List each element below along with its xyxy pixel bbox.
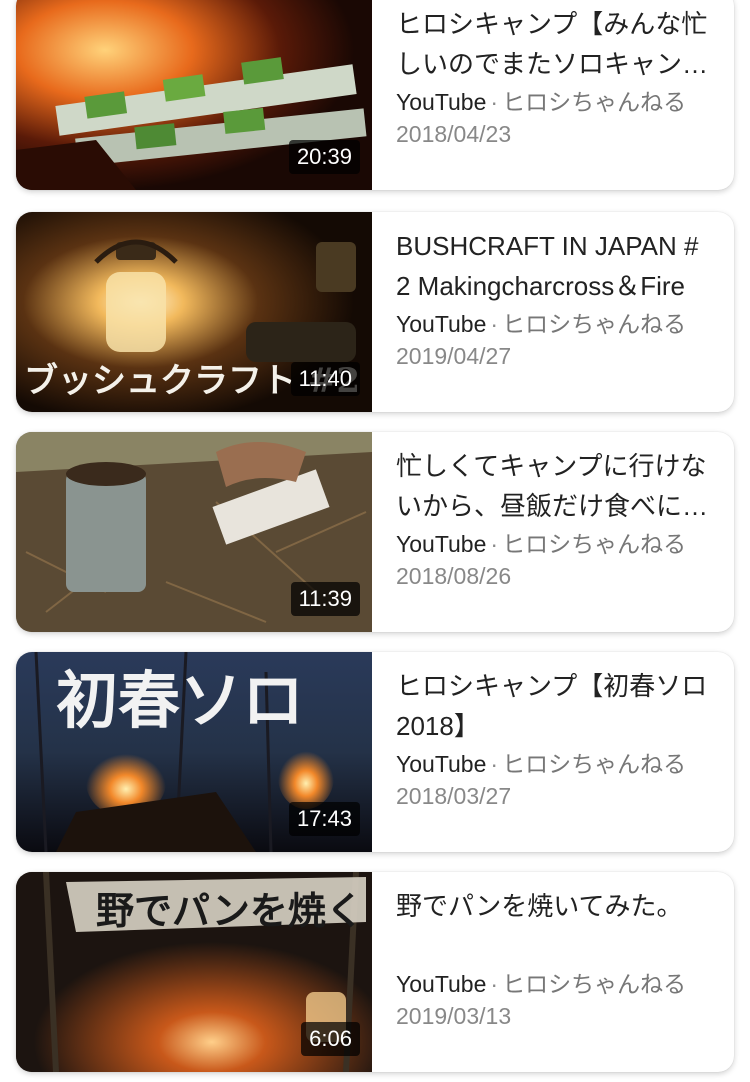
meta-separator: · (490, 89, 499, 115)
upload-date: 2018/04/23 (396, 121, 512, 147)
channel-name: ヒロシちゃんねる (502, 971, 687, 997)
video-info: BUSHCRAFT IN JAPAN #2 Makingcharcross＆Fi… (372, 212, 734, 412)
channel-name: ヒロシちゃんねる (502, 89, 687, 115)
video-info: ヒロシキャンプ【みんな忙しいのでまたソロキャンプ】 YouTube·ヒロシちゃん… (372, 0, 734, 190)
video-title[interactable]: 野でパンを焼いてみた。 (396, 886, 712, 966)
video-info: 野でパンを焼いてみた。 YouTube · ヒロシちゃんねる 2019/03/13 (372, 872, 734, 1072)
video-card[interactable]: 野でパンを焼く 6:06 野でパンを焼いてみた。 YouTube · ヒロシちゃんね… (16, 872, 734, 1072)
video-title[interactable]: ヒロシキャンプ【みんな忙しいのでまたソロキャンプ】 (396, 4, 712, 84)
video-title[interactable]: ヒロシキャンプ【初春ソロ 2018】 (396, 666, 712, 746)
channel-name: ヒロシちゃんねる (502, 751, 687, 777)
video-source: YouTube (396, 311, 487, 337)
video-duration: 20:39 (288, 140, 360, 174)
video-list: 20:39 ヒロシキャンプ【みんな忙しいのでまたソロキャンプ】 YouTube·… (0, 0, 750, 1082)
video-card[interactable]: 20:39 ヒロシキャンプ【みんな忙しいのでまたソロキャンプ】 YouTube·… (16, 0, 734, 190)
video-duration: 17:43 (288, 802, 360, 836)
channel-name: ヒロシちゃんねる (502, 311, 687, 337)
video-card[interactable]: 11:39 忙しくてキャンプに行けないから、昼飯だけ食べに行く YouTube·… (16, 432, 734, 632)
thumbnail-caption: 初春ソロ (56, 664, 304, 737)
video-card[interactable]: ブッシュクラフト #2 11:40 BUSHCRAFT IN JAPAN #2 … (16, 212, 734, 412)
video-duration: 6:06 (301, 1022, 360, 1056)
video-card[interactable]: 初春ソロ 17:43 ヒロシキャンプ【初春ソロ 2018】 YouTube · ヒロ… (16, 652, 734, 852)
video-title[interactable]: 忙しくてキャンプに行けないから、昼飯だけ食べに行く (396, 446, 712, 526)
video-meta: YouTube · ヒロシちゃんねる 2019/04/27 (396, 308, 686, 372)
video-info: ヒロシキャンプ【初春ソロ 2018】 YouTube · ヒロシちゃんねる 2018… (372, 652, 734, 852)
video-source: YouTube (396, 89, 487, 115)
video-info: 忙しくてキャンプに行けないから、昼飯だけ食べに行く YouTube·ヒロシちゃん… (372, 432, 734, 632)
video-meta: YouTube · ヒロシちゃんねる 2018/08/26 (396, 528, 686, 592)
video-thumbnail[interactable]: ブッシュクラフト #2 11:40 (16, 212, 372, 412)
video-title[interactable]: BUSHCRAFT IN JAPAN #2 Makingcharcross＆Fi… (396, 226, 712, 306)
video-thumbnail[interactable]: 野でパンを焼く 6:06 (16, 872, 372, 1072)
channel-name: ヒロシちゃんねる (502, 531, 687, 557)
video-thumbnail[interactable]: 11:39 (16, 432, 372, 632)
video-thumbnail[interactable]: 20:39 (16, 0, 372, 190)
meta-separator: · (490, 311, 499, 337)
video-meta: YouTube · ヒロシちゃんねる 2018/04/23 (396, 86, 686, 150)
video-meta: YouTube · ヒロシちゃんねる 2018/03/27 (396, 748, 686, 812)
video-meta: YouTube · ヒロシちゃんねる 2019/03/13 (396, 968, 686, 1032)
video-source: YouTube (396, 751, 487, 777)
upload-date: 2019/04/27 (396, 343, 512, 369)
meta-separator: · (490, 751, 499, 777)
upload-date: 2019/03/13 (396, 1003, 512, 1029)
upload-date: 2018/03/27 (396, 783, 512, 809)
video-duration: 11:40 (290, 362, 360, 396)
upload-date: 2018/08/26 (396, 563, 512, 589)
video-source: YouTube (396, 531, 487, 557)
meta-separator: · (490, 531, 499, 557)
video-thumbnail[interactable]: 初春ソロ 17:43 (16, 652, 372, 852)
thumbnail-caption: 野でパンを焼く (96, 888, 364, 933)
video-duration: 11:39 (290, 582, 360, 616)
meta-separator: · (490, 971, 499, 997)
video-source: YouTube (396, 971, 487, 997)
